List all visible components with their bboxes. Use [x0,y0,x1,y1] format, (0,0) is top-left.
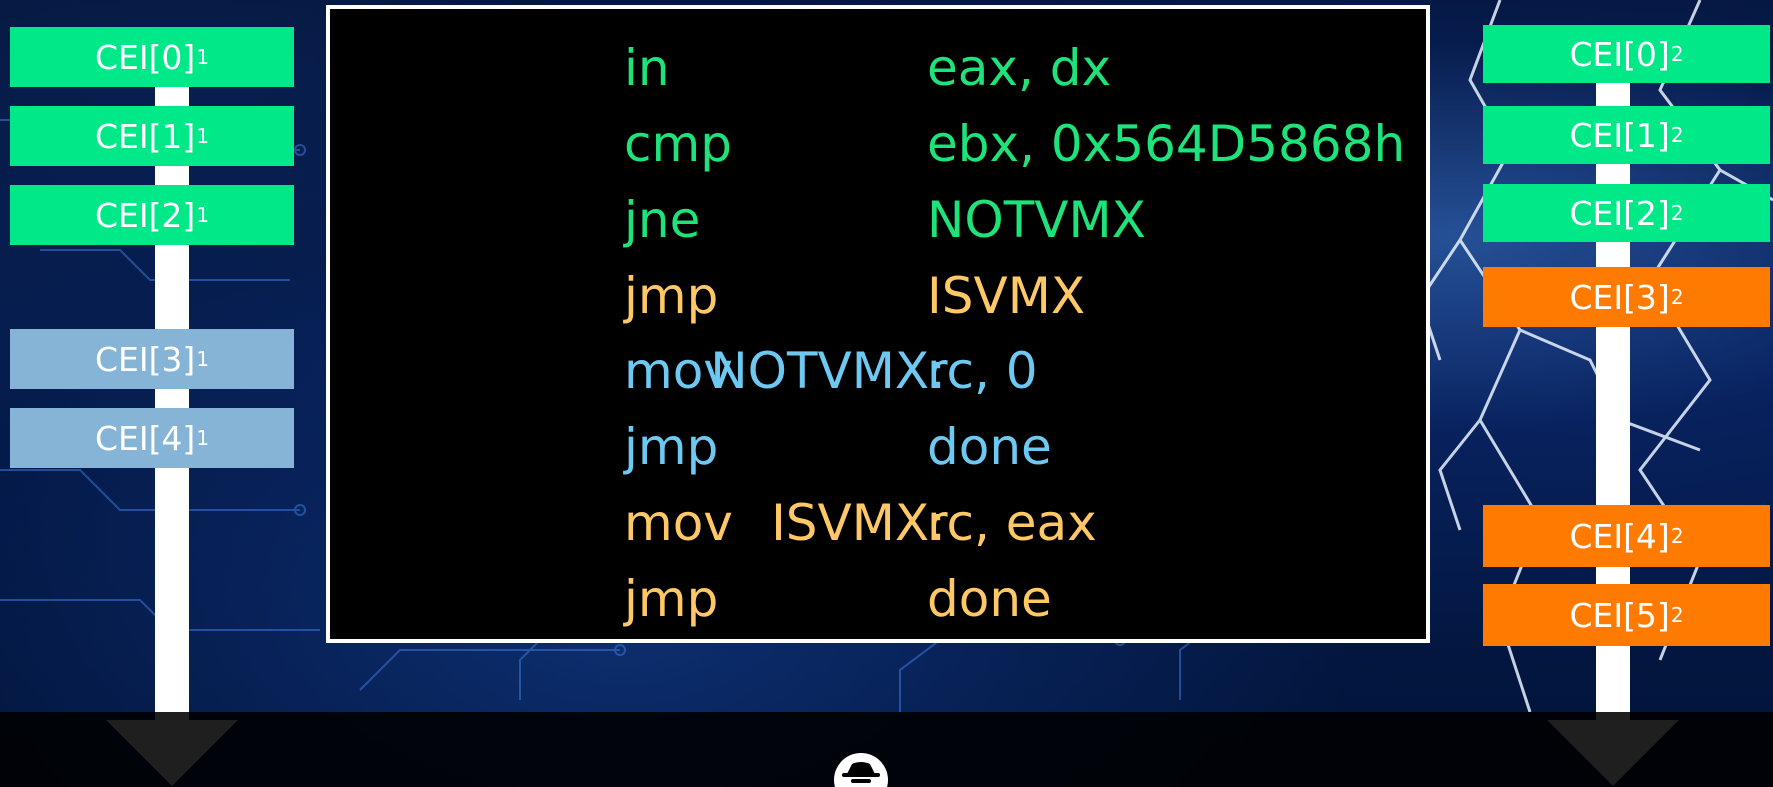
code-line: jmp done [330,408,1426,484]
code-mnemonic: jne [624,191,701,249]
right-cei-block: CEI[0] 2 [1483,25,1770,83]
code-operands: eax, dx [927,39,1112,97]
spy-hat-icon [834,753,888,787]
assembly-code-panel: in eax, dx cmp ebx, 0x564D5868h jne NOTV… [326,5,1430,643]
left-cei-block: CEI[2] 1 [10,185,294,245]
left-cei-block: CEI[3] 1 [10,329,294,389]
code-line: jmp done [330,560,1426,636]
right-cei-block: CEI[4] 2 [1483,505,1770,567]
code-mnemonic: jmp [624,267,719,325]
code-label: ISVMX: [771,494,946,552]
code-mnemonic: mov [624,494,733,552]
right-cei-block: CEI[3] 2 [1483,267,1770,327]
code-line: in eax, dx [330,29,1426,105]
code-operands: ISVMX [927,267,1086,325]
code-operands: rc, 0 [927,342,1038,400]
right-cei-block: CEI[1] 2 [1483,106,1770,164]
code-label: NOTVMX: [710,342,946,400]
code-mnemonic: jmp [624,570,719,628]
code-mnemonic: mov [624,342,733,400]
code-line: jmp ISVMX [330,257,1426,333]
right-cei-block: CEI[5] 2 [1483,584,1770,646]
code-operands: ebx, 0x564D5868h [927,115,1406,173]
code-line: NOTVMX: mov rc, 0 [330,332,1426,408]
left-cei-block: CEI[4] 1 [10,408,294,468]
code-mnemonic: cmp [624,115,732,173]
left-cei-block: CEI[1] 1 [10,106,294,166]
code-line: ISVMX: mov rc, eax [330,484,1426,560]
code-operands: done [927,418,1052,476]
code-line: jne NOTVMX [330,181,1426,257]
code-operands: rc, eax [927,494,1097,552]
code-mnemonic: in [624,39,670,97]
left-cei-block: CEI[0] 1 [10,27,294,87]
code-mnemonic: jmp [624,418,719,476]
code-operands: done [927,570,1052,628]
code-operands: NOTVMX [927,191,1146,249]
right-cei-block: CEI[2] 2 [1483,184,1770,242]
code-line: cmp ebx, 0x564D5868h [330,105,1426,181]
